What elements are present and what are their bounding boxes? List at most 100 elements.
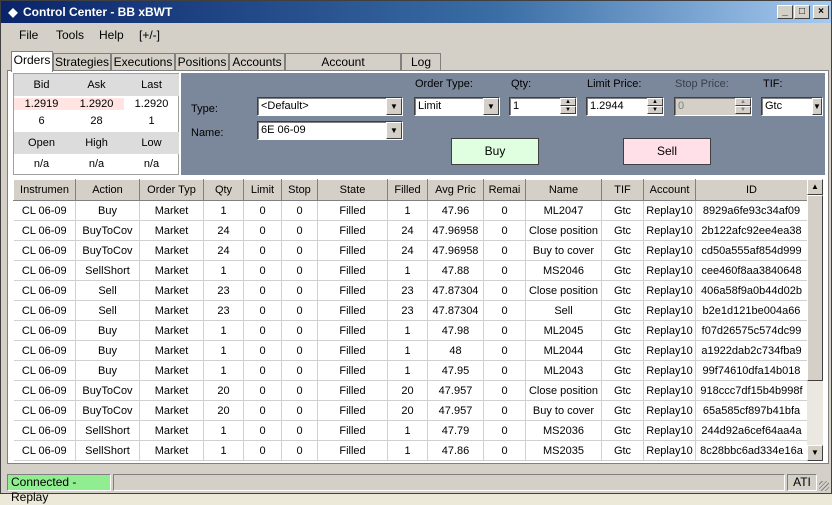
resize-grip-icon[interactable] — [819, 481, 829, 491]
table-cell: ML2044 — [525, 340, 602, 361]
table-cell: 8929a6fe93c34af09 — [695, 200, 807, 221]
qty-stepper[interactable]: 1 ▲ ▼ — [509, 97, 577, 116]
table-cell: 1 — [203, 340, 244, 361]
table-cell: Market — [139, 380, 204, 401]
table-cell: Market — [139, 220, 204, 241]
column-header[interactable]: Instrumen — [13, 179, 76, 201]
column-header[interactable]: Account — [643, 179, 696, 201]
table-cell: 1 — [387, 360, 428, 381]
tif-select[interactable]: Gtc ▼ — [761, 97, 823, 116]
table-cell: Filled — [317, 400, 388, 421]
status-bar: Connected - Replay ATI — [1, 471, 831, 504]
column-header[interactable]: Action — [75, 179, 140, 201]
column-header[interactable]: Order Typ — [139, 179, 204, 201]
column-header[interactable]: TIF — [601, 179, 644, 201]
title-bar[interactable]: ◆ Control Center - BB xBWT _ □ × — [1, 1, 831, 23]
table-cell: 0 — [281, 320, 318, 341]
qty-up-icon[interactable]: ▲ — [560, 98, 576, 106]
table-cell: Market — [139, 440, 204, 461]
type-select[interactable]: <Default> ▼ — [257, 97, 403, 116]
buy-button[interactable]: Buy — [451, 138, 539, 165]
limit-price-up-icon[interactable]: ▲ — [647, 98, 663, 106]
tab-orders[interactable]: Orders — [11, 51, 53, 72]
table-cell: 0 — [483, 300, 526, 321]
column-header[interactable]: ID — [695, 179, 807, 201]
table-cell: 1 — [387, 260, 428, 281]
table-cell: Market — [139, 240, 204, 261]
table-cell: 65a585cf897b41bfa — [695, 400, 807, 421]
menu-help[interactable]: Help — [99, 28, 124, 42]
table-row[interactable]: CL 06-09 BuyToCov Market 20 0 0 Filled 20 47.957… — [13, 380, 807, 401]
limit-price-down-icon[interactable]: ▼ — [647, 106, 663, 114]
scroll-up-icon[interactable]: ▲ — [807, 179, 823, 195]
last-size: 1 — [148, 115, 155, 127]
stop-price-stepper[interactable]: 0 ▲ ▼ — [674, 97, 752, 116]
table-cell: 1 — [203, 420, 244, 441]
table-cell: 0 — [483, 400, 526, 421]
table-row[interactable]: CL 06-09 Sell Market 23 0 0 Filled 23 47.87304 0 S… — [13, 300, 807, 321]
scroll-down-icon[interactable]: ▼ — [807, 445, 823, 461]
table-row[interactable]: CL 06-09 SellShort Market 1 0 0 Filled 1 47.86 0 M… — [13, 440, 807, 461]
table-row[interactable]: CL 06-09 Buy Market 1 0 0 Filled 1 47.96 0 ML2047 G… — [13, 200, 807, 221]
table-cell: Close position — [525, 220, 602, 241]
column-header[interactable]: Remai — [483, 179, 526, 201]
vertical-scrollbar[interactable]: ▲ ▼ — [807, 179, 823, 461]
sell-button[interactable]: Sell — [623, 138, 711, 165]
order-type-dropdown-arrow-icon[interactable]: ▼ — [483, 98, 499, 115]
table-cell: 1 — [203, 360, 244, 381]
tif-label: TIF: — [763, 78, 783, 90]
table-cell: 47.87304 — [427, 300, 484, 321]
tif-dropdown-arrow-icon[interactable]: ▼ — [812, 98, 822, 115]
table-row[interactable]: CL 06-09 Buy Market 1 0 0 Filled 1 48 0 ML2044 Gtc R… — [13, 340, 807, 361]
column-header[interactable]: Qty — [203, 179, 244, 201]
table-row[interactable]: CL 06-09 SellShort Market 1 0 0 Filled 1 47.79 0 M… — [13, 420, 807, 441]
qty-down-icon[interactable]: ▼ — [560, 106, 576, 114]
name-select[interactable]: 6E 06-09 ▼ — [257, 121, 403, 140]
table-row[interactable]: CL 06-09 Buy Market 1 0 0 Filled 1 47.95 0 ML2043 G… — [13, 360, 807, 381]
table-cell: 0 — [243, 200, 282, 221]
column-header[interactable]: Limit — [243, 179, 282, 201]
table-cell: 23 — [387, 300, 428, 321]
market-quote-box: Bid Ask Last 1.2919 1.2920 1.2920 6 28 1… — [13, 73, 179, 175]
stop-price-up-icon[interactable]: ▲ — [735, 98, 751, 106]
table-row[interactable]: CL 06-09 Sell Market 23 0 0 Filled 23 47.87304 0 C… — [13, 280, 807, 301]
table-row[interactable]: CL 06-09 BuyToCov Market 24 0 0 Filled 24 47.969… — [13, 240, 807, 261]
table-cell: 20 — [203, 400, 244, 421]
table-cell: 0 — [281, 200, 318, 221]
table-row[interactable]: CL 06-09 BuyToCov Market 24 0 0 Filled 24 47.969… — [13, 220, 807, 241]
stop-price-down-icon[interactable]: ▼ — [735, 106, 751, 114]
column-header[interactable]: Avg Pric — [427, 179, 484, 201]
maximize-button[interactable]: □ — [794, 5, 810, 19]
column-header[interactable]: Stop — [281, 179, 318, 201]
type-value: <Default> — [261, 100, 309, 112]
table-row[interactable]: CL 06-09 BuyToCov Market 20 0 0 Filled 20 47.957… — [13, 400, 807, 421]
type-dropdown-arrow-icon[interactable]: ▼ — [386, 98, 402, 115]
limit-price-label: Limit Price: — [587, 78, 642, 90]
table-cell: 1 — [203, 320, 244, 341]
table-cell: 47.957 — [427, 380, 484, 401]
close-button[interactable]: × — [813, 5, 829, 19]
table-cell: 23 — [203, 280, 244, 301]
table-cell: 0 — [281, 340, 318, 361]
table-cell: 0 — [483, 440, 526, 461]
scroll-thumb[interactable] — [807, 195, 823, 381]
column-header[interactable]: State — [317, 179, 388, 201]
table-cell: 0 — [243, 340, 282, 361]
limit-price-value: 1.2944 — [590, 100, 624, 112]
limit-price-stepper[interactable]: 1.2944 ▲ ▼ — [586, 97, 664, 116]
column-header[interactable]: Filled — [387, 179, 428, 201]
menu-tools[interactable]: Tools — [56, 28, 84, 42]
table-cell: Filled — [317, 220, 388, 241]
table-row[interactable]: CL 06-09 Buy Market 1 0 0 Filled 1 47.98 0 ML2045 G… — [13, 320, 807, 341]
menu-file[interactable]: File — [19, 28, 38, 42]
order-type-select[interactable]: Limit ▼ — [414, 97, 500, 116]
table-cell: 48 — [427, 340, 484, 361]
column-header[interactable]: Name — [525, 179, 602, 201]
minimize-button[interactable]: _ — [777, 5, 793, 19]
open-value: n/a — [33, 158, 50, 170]
table-cell: 0 — [281, 240, 318, 261]
name-dropdown-arrow-icon[interactable]: ▼ — [386, 122, 402, 139]
table-row[interactable]: CL 06-09 SellShort Market 1 0 0 Filled 1 47.88 0 M… — [13, 260, 807, 281]
table-cell: 0 — [243, 320, 282, 341]
menu-expand-collapse[interactable]: [+/-] — [139, 28, 160, 42]
